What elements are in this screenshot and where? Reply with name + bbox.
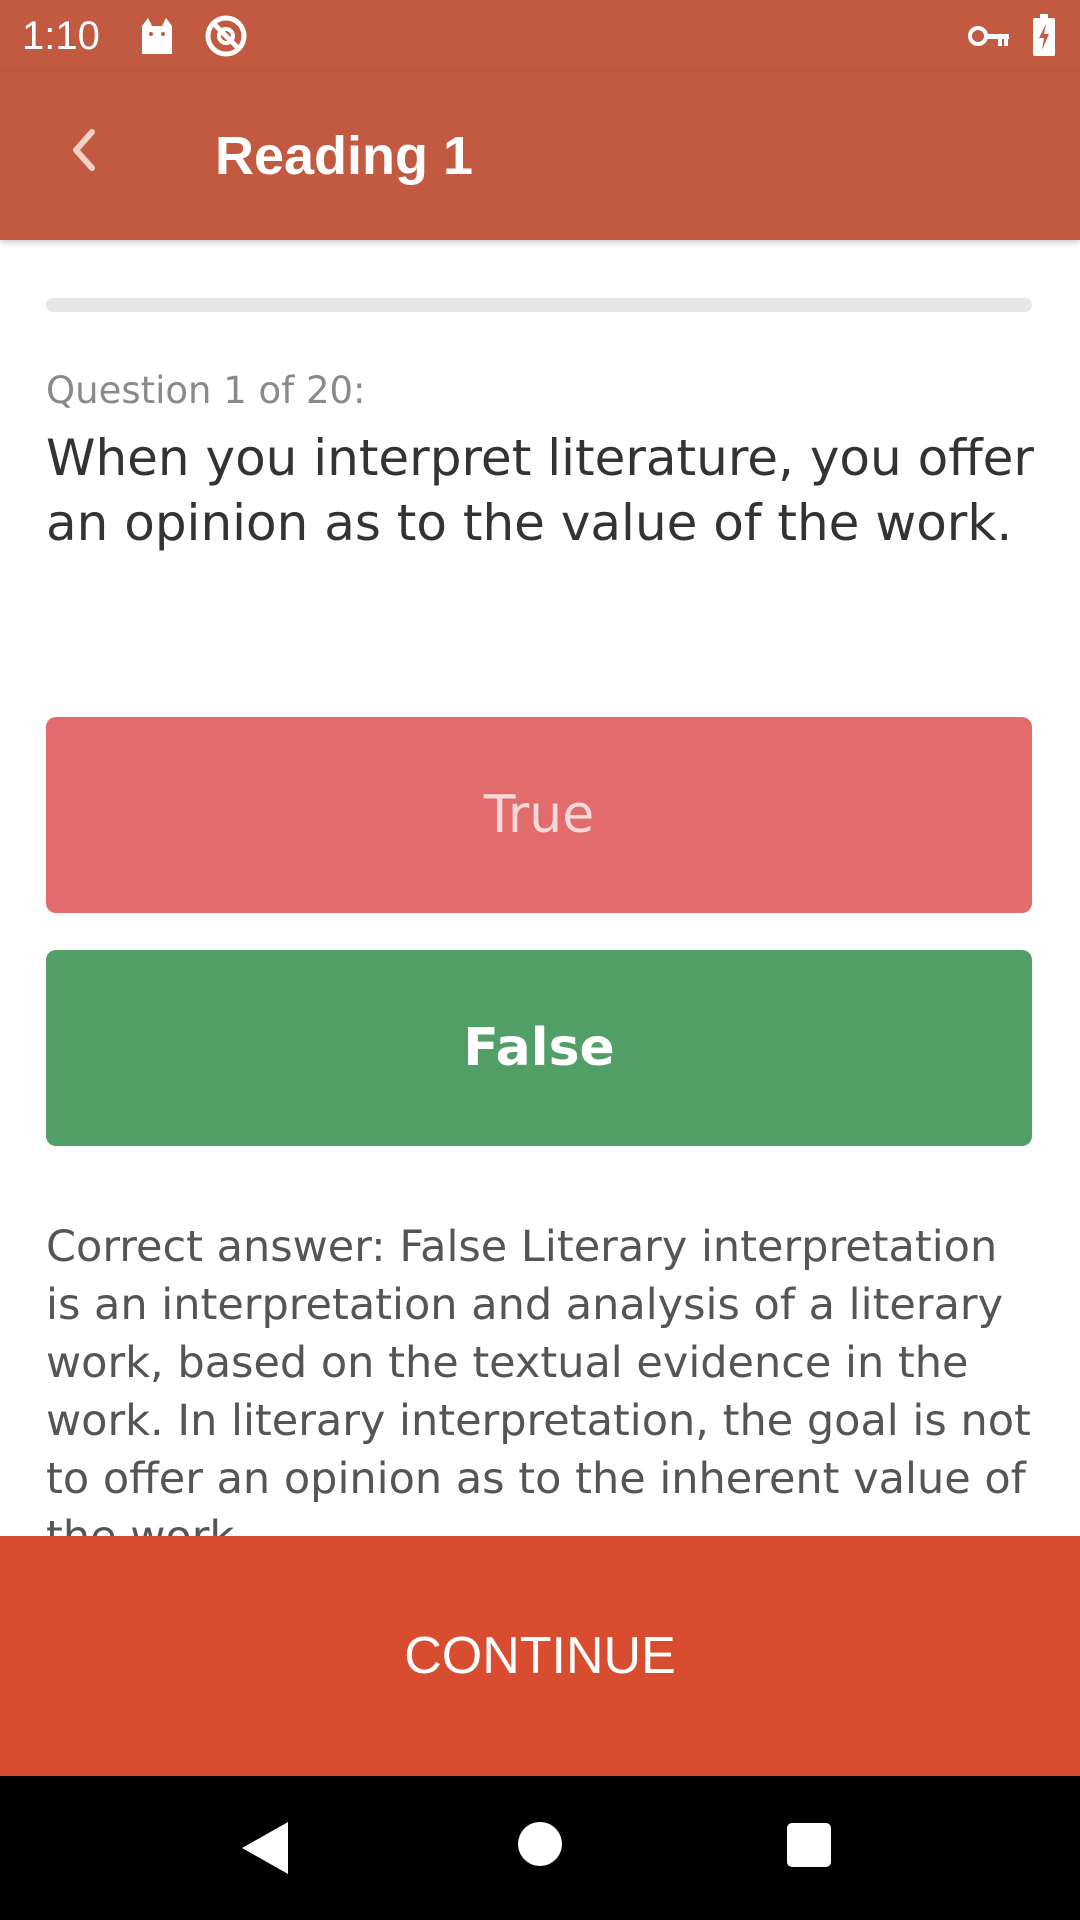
back-triangle-icon[interactable] [240,1820,290,1876]
continue-button[interactable]: CONTINUE [0,1536,1080,1776]
answer-true-label: True [483,785,595,845]
app-bar: Reading 1 [0,72,1080,240]
chevron-left-icon [73,129,95,171]
answer-false-button[interactable]: False [46,950,1032,1146]
home-circle-icon[interactable] [516,1820,564,1868]
explanation-text: Correct answer: False Literary interpret… [46,1222,1031,1562]
continue-label: CONTINUE [404,1627,676,1685]
screen: 1:10 Reading 1 Question 1 of 20: When yo… [0,0,1080,1920]
back-button[interactable] [52,118,116,182]
cat-icon [142,18,172,54]
question-counter: Question 1 of 20: [46,369,366,412]
page-title: Reading 1 [215,126,474,186]
status-time: 1:10 [22,14,100,58]
progress-bar [46,298,1032,312]
battery-charging-icon [1033,14,1055,56]
answer-true-button[interactable]: True [46,717,1032,913]
blocked-icon [205,15,247,57]
navigation-bar [0,1776,1080,1920]
status-bar: 1:10 [0,0,1080,72]
recents-square-icon[interactable] [786,1822,832,1868]
question-text: When you interpret literature, you offer… [46,429,1034,552]
vpn-key-icon [968,26,1009,46]
answer-false-label: False [463,1018,615,1078]
